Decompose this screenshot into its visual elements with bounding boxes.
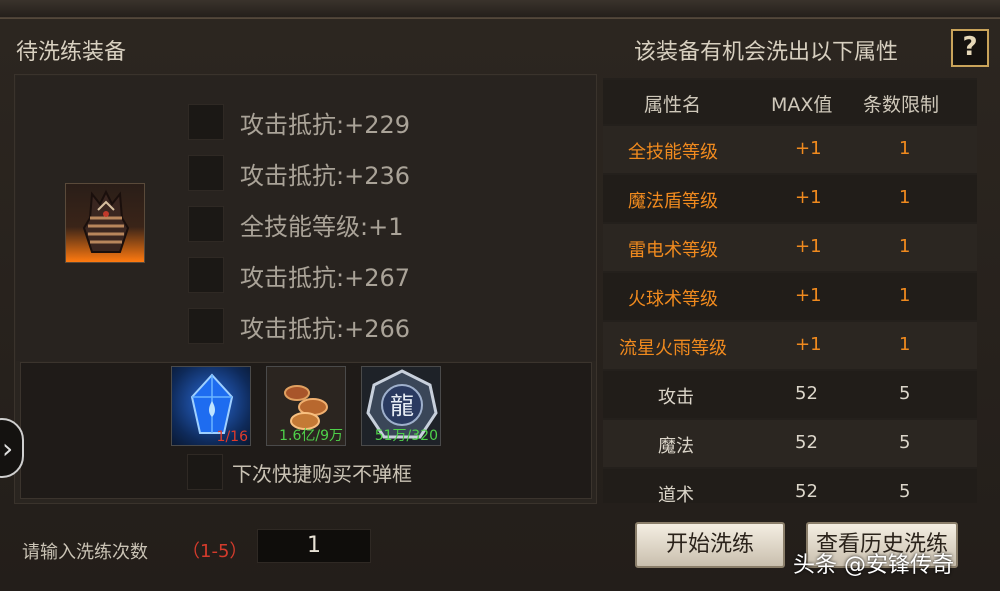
table-row: 雷电术等级 +1 1 xyxy=(603,224,977,271)
header-attr-name: 属性名 xyxy=(644,94,702,116)
attr-name: 道术 xyxy=(658,485,694,506)
material-slot-crystal[interactable]: 1/16 xyxy=(171,366,251,446)
lock-checkbox[interactable] xyxy=(188,308,224,344)
top-bar xyxy=(0,0,1000,18)
attribute-text: 攻击抵抗:+236 xyxy=(240,161,411,190)
attribute-text: 攻击抵抗:+267 xyxy=(240,263,411,292)
lock-checkbox[interactable] xyxy=(188,206,224,242)
attr-limit: 1 xyxy=(899,236,911,257)
attr-max: +1 xyxy=(795,236,822,257)
attribute-row: 攻击抵抗:+236 xyxy=(188,155,410,191)
material-count: 1.6亿/9万 xyxy=(279,428,343,444)
material-count: 51万/320 xyxy=(374,428,438,444)
table-row: 流星火雨等级 +1 1 xyxy=(603,322,977,369)
material-slot-medal[interactable]: 龍 51万/320 xyxy=(361,366,441,446)
quick-buy-label: 下次快捷购买不弹框 xyxy=(232,462,412,486)
refine-count-range: （1-5） xyxy=(182,541,248,562)
chevron-right-icon: › xyxy=(2,432,14,465)
attr-name: 魔法盾等级 xyxy=(628,191,718,212)
attr-name: 雷电术等级 xyxy=(628,240,718,261)
attr-limit: 1 xyxy=(899,334,911,355)
lock-checkbox[interactable] xyxy=(188,155,224,191)
attr-max: +1 xyxy=(795,285,822,306)
dark-gauntlet-icon xyxy=(82,189,130,253)
material-slot-gold[interactable]: 1.6亿/9万 xyxy=(266,366,346,446)
attr-limit: 1 xyxy=(899,187,911,208)
attr-max: 52 xyxy=(795,432,818,453)
refine-count-input[interactable]: 1 xyxy=(257,529,371,563)
attr-name: 火球术等级 xyxy=(628,289,718,310)
lock-checkbox[interactable] xyxy=(188,104,224,140)
refine-count-label: 请输入洗练次数 xyxy=(22,542,148,563)
attribute-text: 攻击抵抗:+229 xyxy=(240,110,411,139)
attr-name: 攻击 xyxy=(658,387,694,408)
attr-limit: 1 xyxy=(899,138,911,159)
material-count: 1/16 xyxy=(216,429,248,445)
possible-attributes-title: 该装备有机会洗出以下属性 xyxy=(634,40,899,65)
attribute-row: 攻击抵抗:+266 xyxy=(188,308,410,344)
attr-max: 52 xyxy=(795,481,818,502)
attr-name: 流星火雨等级 xyxy=(619,338,727,359)
header-max-value: MAX值 xyxy=(771,94,833,116)
table-row: 魔法 52 5 xyxy=(603,420,977,467)
attr-limit: 5 xyxy=(899,383,911,404)
svg-text:龍: 龍 xyxy=(390,392,414,420)
table-row: 道术 52 5 xyxy=(603,469,977,506)
lock-checkbox[interactable] xyxy=(188,257,224,293)
attr-max: +1 xyxy=(795,138,822,159)
attribute-row: 攻击抵抗:+229 xyxy=(188,104,410,140)
attr-limit: 5 xyxy=(899,481,911,502)
attribute-row: 攻击抵抗:+267 xyxy=(188,257,410,293)
table-row: 火球术等级 +1 1 xyxy=(603,273,977,320)
quick-buy-checkbox[interactable] xyxy=(187,454,223,490)
help-button[interactable]: ? xyxy=(951,29,989,67)
attr-max: +1 xyxy=(795,334,822,355)
attr-limit: 5 xyxy=(899,432,911,453)
start-refine-button[interactable]: 开始洗练 xyxy=(635,522,785,568)
header-count-limit: 条数限制 xyxy=(863,94,940,116)
equipment-slot[interactable] xyxy=(65,183,145,263)
attribute-text: 全技能等级:+1 xyxy=(240,212,404,241)
attr-name: 全技能等级 xyxy=(628,142,718,163)
attr-max: +1 xyxy=(795,187,822,208)
watermark: 头条 @安锋传奇 xyxy=(793,553,954,578)
attribute-text: 攻击抵抗:+266 xyxy=(240,314,411,343)
attr-limit: 1 xyxy=(899,285,911,306)
table-row: 攻击 52 5 xyxy=(603,371,977,418)
attr-max: 52 xyxy=(795,383,818,404)
table-row: 全技能等级 +1 1 xyxy=(603,126,977,173)
attribute-row: 全技能等级:+1 xyxy=(188,206,403,242)
attr-name: 魔法 xyxy=(658,436,694,457)
pending-equipment-title: 待洗练装备 xyxy=(16,40,127,65)
table-row: 魔法盾等级 +1 1 xyxy=(603,175,977,222)
